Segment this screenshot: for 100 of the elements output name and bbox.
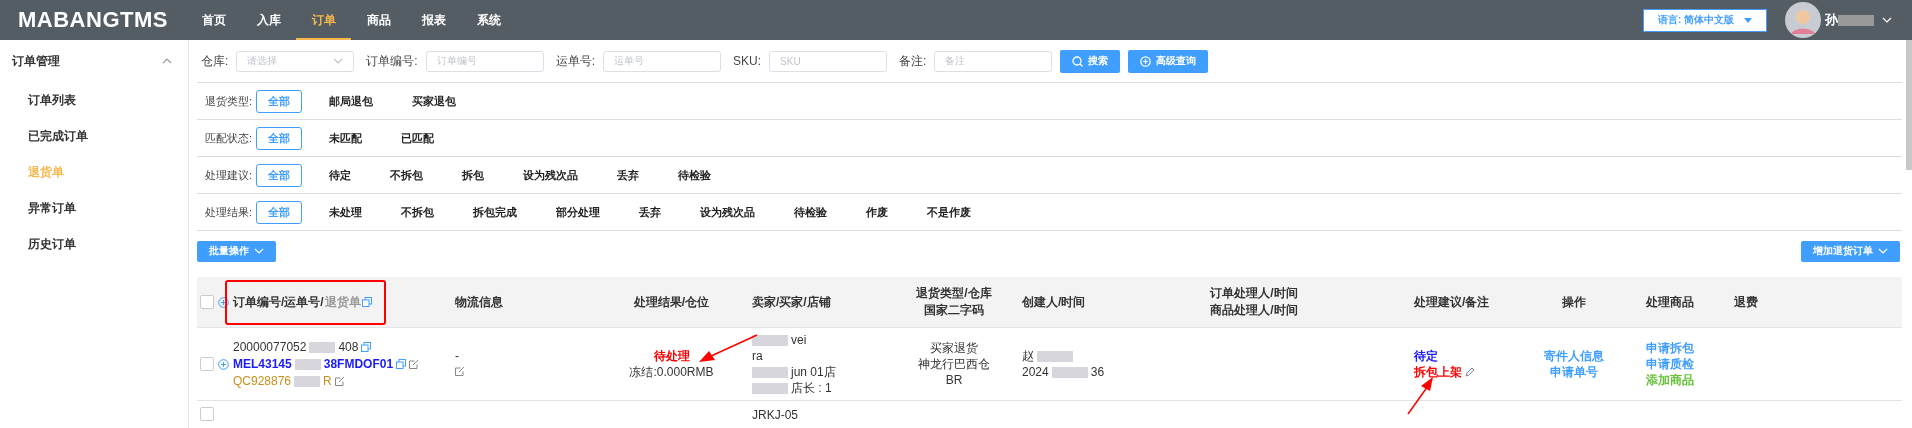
filter-option[interactable]: 丢弃 [627, 200, 674, 224]
nav-tab[interactable]: 系统 [461, 0, 516, 40]
field-label: 备注: [899, 52, 927, 70]
filter-option[interactable]: 不是作废 [915, 200, 984, 224]
field-label: 仓库: [201, 52, 229, 70]
created-time: 36 [1090, 364, 1105, 380]
return-type: 买家退货 [929, 340, 979, 356]
chevron-down-icon [333, 58, 344, 64]
status-text: 待处理 [652, 348, 691, 364]
column-header: 退货类型/仓库 [915, 285, 993, 302]
checkbox[interactable] [200, 407, 214, 421]
sidebar-item[interactable]: 异常订单 [0, 190, 188, 226]
return-number: R [323, 373, 332, 389]
tracking-number[interactable]: 38FMDOF01 [323, 356, 394, 372]
caret-icon [1744, 17, 1752, 23]
filter-option[interactable]: 邮局退包 [317, 89, 386, 113]
redacted-block [309, 341, 336, 353]
sidebar-title[interactable]: 订单管理 [12, 52, 60, 70]
return-number: QC928876 [233, 373, 292, 389]
pencil-icon [1465, 367, 1475, 377]
return-type: BR [944, 372, 964, 388]
column-header: 订单编号/运单号/ [233, 293, 324, 311]
creator-name: 赵 [1022, 348, 1034, 364]
redacted-block [1037, 350, 1073, 362]
field-label: 运单号: [555, 52, 596, 70]
redacted-block [752, 334, 788, 346]
filter-label: 处理结果: [204, 204, 253, 220]
seller-text: jun 01店 [791, 364, 836, 380]
filter-label: 处理建议: [204, 167, 253, 183]
nav-tab[interactable]: 入库 [241, 0, 296, 40]
filter-option[interactable]: 不拆包 [389, 200, 447, 224]
remark-text: 拆包上架 [1414, 364, 1462, 380]
filter-label: 退货类型: [204, 93, 253, 109]
redacted-block [294, 375, 321, 387]
filter-option[interactable]: 设为残次品 [688, 200, 768, 224]
filter-option[interactable]: 拆包 [450, 163, 497, 187]
expand-icon [218, 358, 229, 370]
user-name: 孙 [1825, 11, 1838, 29]
logo: MABANGTMS [17, 7, 169, 33]
logistics-info: - [455, 348, 460, 364]
seller-text: JRKJ-05 [752, 407, 798, 423]
expand-icon [218, 296, 229, 308]
sidebar-item[interactable]: 历史订单 [0, 226, 188, 262]
redacted-block [294, 358, 321, 370]
chevron-down-icon [254, 248, 264, 254]
field-label: SKU: [733, 54, 762, 68]
created-time: 2024 [1022, 364, 1049, 380]
nav-tab[interactable]: 首页 [186, 0, 241, 40]
filter-option[interactable]: 待定 [317, 163, 364, 187]
chevron-down-icon [1882, 17, 1892, 23]
filter-option[interactable]: 已匹配 [389, 126, 447, 150]
filter-option[interactable]: 丢弃 [605, 163, 652, 187]
search-icon [1072, 55, 1084, 67]
suggestion-text: 待定 [1414, 348, 1439, 364]
filter-option[interactable]: 待检验 [666, 163, 724, 187]
arrow-drawing [1406, 376, 1436, 416]
nav-tab[interactable]: 商品 [351, 0, 406, 40]
redacted-block [1051, 366, 1088, 378]
copy-icon [396, 359, 407, 369]
seller-text: vei [791, 332, 807, 348]
filter-option[interactable]: 作废 [854, 200, 901, 224]
order-number: 408 [338, 339, 359, 355]
scrollbar[interactable] [1906, 40, 1912, 170]
column-header: 卖家/买家/店铺 [752, 294, 831, 309]
seller-text: 店长 : 1 [791, 380, 832, 396]
filter-option[interactable]: 未处理 [317, 200, 375, 224]
copy-icon [361, 342, 372, 352]
column-header: 退货单 [324, 293, 361, 311]
seller-text: ra [752, 348, 763, 364]
order-number: 20000077052 [233, 339, 307, 355]
column-header: 处理商品 [1646, 294, 1694, 309]
redacted-block [752, 382, 788, 394]
field-label: 订单编号: [366, 52, 418, 70]
nav-tab[interactable]: 订单 [296, 0, 351, 40]
chevron-down-icon [1878, 248, 1888, 254]
sidebar-item[interactable]: 已完成订单 [0, 118, 188, 154]
column-header: 处理结果/仓位 [633, 294, 710, 309]
nav-tab[interactable]: 报表 [406, 0, 461, 40]
copy-icon [361, 297, 372, 307]
sidebar-item[interactable]: 订单列表 [0, 82, 188, 118]
column-header: 操作 [1562, 294, 1586, 309]
avatar-icon [1785, 2, 1821, 38]
frozen-amount: 冻结:0.000RMB [628, 364, 715, 380]
filter-option[interactable]: 待检验 [782, 200, 840, 224]
edit-icon [334, 376, 345, 386]
column-header: 国家二字码 [923, 302, 985, 319]
column-header: 退费 [1734, 294, 1758, 309]
checkbox[interactable] [200, 295, 214, 309]
filter-option[interactable]: 不拆包 [378, 163, 436, 187]
filter-option[interactable]: 未匹配 [317, 126, 375, 150]
edit-icon [409, 359, 420, 369]
column-header: 商品处理人/时间 [1209, 302, 1299, 319]
tracking-number[interactable]: MEL43145 [233, 356, 292, 372]
filter-option[interactable]: 设为残次品 [511, 163, 591, 187]
filter-option[interactable]: 拆包完成 [461, 200, 530, 224]
redacted-block [1838, 14, 1874, 26]
edit-icon [455, 366, 465, 376]
filter-option[interactable]: 买家退包 [400, 89, 469, 113]
filter-option[interactable]: 部分处理 [544, 200, 613, 224]
checkbox[interactable] [200, 357, 214, 371]
